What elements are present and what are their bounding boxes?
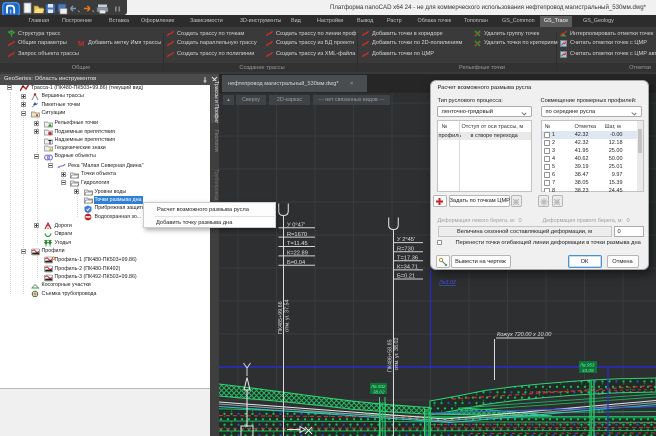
svg-text:T=17.36: T=17.36: [397, 255, 418, 261]
svg-text:R=730: R=730: [397, 246, 414, 252]
svg-text:38.02: 38.02: [373, 390, 385, 395]
svg-text:У 2°45': У 2°45': [397, 237, 415, 243]
svg-text:К=22.89: К=22.89: [287, 250, 308, 256]
svg-text:Кожух 720.00 х 10.00: Кожух 720.00 х 10.00: [497, 332, 552, 338]
svg-text:Лв.953: Лв.953: [579, 363, 595, 368]
svg-text:ПК485+99.66: ПК485+99.66: [278, 301, 284, 334]
svg-text:Лв.932: Лв.932: [370, 384, 386, 389]
svg-text:отм. уг. 37.54: отм. уг. 37.54: [285, 299, 291, 332]
svg-text:отм. уг. 38.02: отм. уг. 38.02: [394, 337, 400, 370]
svg-text:1.7: 1.7: [598, 391, 605, 396]
svg-text:43.09: 43.09: [582, 368, 594, 373]
svg-text:Б=0.04: Б=0.04: [287, 260, 305, 266]
svg-text:У 0°47': У 0°47': [287, 222, 305, 228]
svg-text:К=34.71: К=34.71: [397, 265, 418, 271]
svg-text:Б=0.21: Б=0.21: [397, 274, 415, 280]
svg-text:T=11.45: T=11.45: [287, 241, 308, 247]
svg-text:Лv3.02: Лv3.02: [438, 280, 456, 286]
svg-text:R=1670: R=1670: [287, 232, 307, 238]
svg-text:ПК486+58.85: ПК486+58.85: [388, 339, 394, 372]
